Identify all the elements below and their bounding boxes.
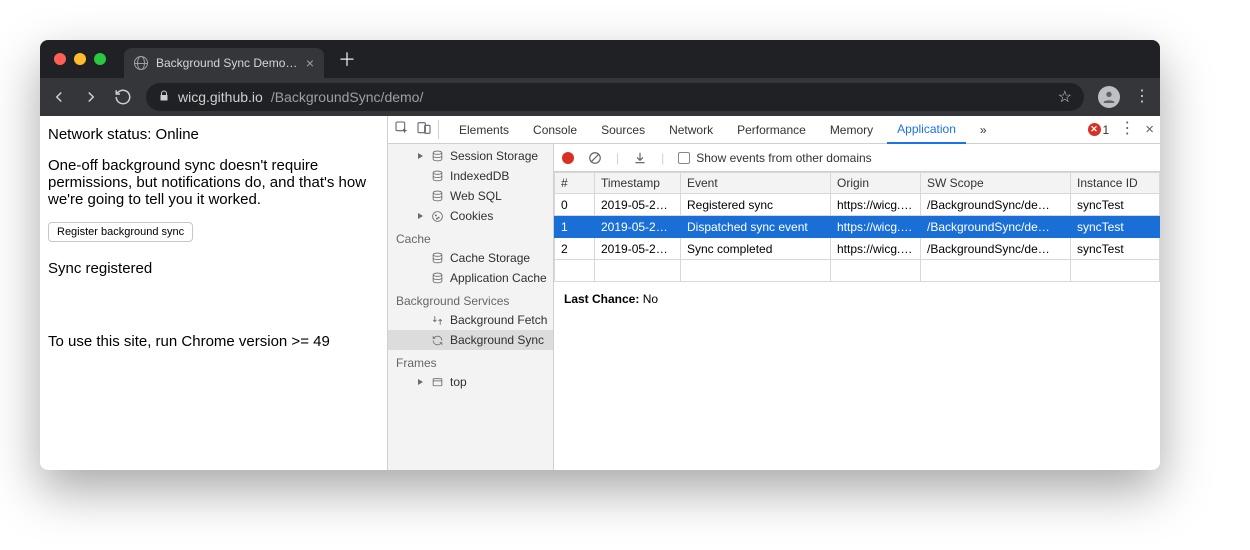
events-table: #TimestampEventOriginSW ScopeInstance ID… — [554, 172, 1160, 282]
column-timestamp[interactable]: Timestamp — [595, 173, 681, 194]
sidebar-item-indexeddb[interactable]: IndexedDB — [388, 166, 553, 186]
devtools-tab-console[interactable]: Console — [523, 116, 587, 144]
profile-avatar[interactable] — [1098, 86, 1120, 108]
download-icon[interactable] — [633, 151, 647, 165]
page-content: Network status: Online One-off backgroun… — [40, 116, 388, 470]
table-row[interactable]: 12019-05-2…Dispatched sync eventhttps://… — [555, 216, 1160, 238]
table-row[interactable]: 02019-05-2…Registered synchttps://wicg.…… — [555, 194, 1160, 216]
sidebar-item-top[interactable]: top — [388, 372, 553, 392]
close-tab-icon[interactable]: × — [306, 56, 314, 70]
record-button[interactable] — [562, 152, 574, 164]
error-count: 1 — [1103, 123, 1110, 137]
url-host: wicg.github.io — [178, 89, 263, 105]
browser-toolbar: wicg.github.io/BackgroundSync/demo/ ☆ ⋮ — [40, 78, 1160, 116]
minimize-window-button[interactable] — [74, 53, 86, 65]
address-bar[interactable]: wicg.github.io/BackgroundSync/demo/ ☆ — [146, 83, 1084, 111]
error-badge[interactable]: ✕ 1 — [1088, 123, 1110, 137]
event-detail: Last Chance: No — [554, 282, 1160, 316]
sidebar-section-background: Background Services — [388, 288, 553, 310]
register-sync-button[interactable]: Register background sync — [48, 222, 193, 242]
browser-tab[interactable]: Background Sync Demonstratio × — [124, 48, 324, 78]
new-tab-button[interactable]: ＋ — [338, 46, 356, 72]
browser-menu-button[interactable]: ⋮ — [1134, 94, 1150, 100]
sidebar-item-cache-storage[interactable]: Cache Storage — [388, 248, 553, 268]
inspect-element-icon[interactable] — [394, 120, 410, 139]
reload-button[interactable] — [114, 88, 132, 106]
devtools-tab-network[interactable]: Network — [659, 116, 723, 144]
column-instance-id[interactable]: Instance ID — [1071, 173, 1160, 194]
expand-icon — [418, 379, 425, 386]
tab-title: Background Sync Demonstratio — [156, 56, 298, 70]
close-window-button[interactable] — [54, 53, 66, 65]
browser-window: Background Sync Demonstratio × ＋ wicg.gi… — [40, 40, 1160, 470]
sidebar-item-web-sql[interactable]: Web SQL — [388, 186, 553, 206]
table-row[interactable]: 22019-05-2…Sync completedhttps://wicg.…/… — [555, 238, 1160, 260]
sidebar-section-frames: Frames — [388, 350, 553, 372]
sidebar-item-session-storage[interactable]: Session Storage — [388, 146, 553, 166]
devtools-tab-memory[interactable]: Memory — [820, 116, 883, 144]
back-button[interactable] — [50, 88, 68, 106]
device-toolbar-icon[interactable] — [416, 120, 432, 139]
forward-button[interactable] — [82, 88, 100, 106]
bookmark-star-icon[interactable]: ☆ — [1058, 87, 1072, 107]
clear-icon[interactable] — [588, 151, 602, 165]
network-status: Network status: Online — [48, 126, 379, 143]
column-sw-scope[interactable]: SW Scope — [921, 173, 1071, 194]
expand-icon — [418, 153, 425, 160]
column--[interactable]: # — [555, 173, 595, 194]
content-area: Network status: Online One-off backgroun… — [40, 116, 1160, 470]
titlebar: Background Sync Demonstratio × ＋ — [40, 40, 1160, 78]
error-icon: ✕ — [1088, 123, 1101, 136]
sidebar-item-background-fetch[interactable]: Background Fetch — [388, 310, 553, 330]
sidebar-section-cache: Cache — [388, 226, 553, 248]
detail-label: Last Chance: — [564, 292, 639, 306]
url-path: /BackgroundSync/demo/ — [271, 89, 424, 105]
sidebar-item-cookies[interactable]: Cookies — [388, 206, 553, 226]
page-blurb: One-off background sync doesn't require … — [48, 157, 379, 208]
checkbox-icon — [678, 152, 690, 164]
table-row — [555, 260, 1160, 282]
chrome-version-note: To use this site, run Chrome version >= … — [48, 333, 379, 350]
devtools-tab-performance[interactable]: Performance — [727, 116, 816, 144]
devtools-tab-application[interactable]: Application — [887, 116, 966, 144]
devtools-tab-sources[interactable]: Sources — [591, 116, 655, 144]
background-sync-panel: | | Show events from other domains #Time… — [554, 144, 1160, 470]
expand-icon — [418, 213, 425, 220]
show-other-domains-label: Show events from other domains — [696, 151, 871, 165]
detail-value: No — [643, 292, 658, 306]
panel-toolbar: | | Show events from other domains — [554, 144, 1160, 172]
window-controls — [54, 53, 106, 65]
show-other-domains-checkbox[interactable]: Show events from other domains — [678, 151, 871, 165]
sync-result: Sync registered — [48, 260, 379, 277]
application-sidebar: Session StorageIndexedDBWeb SQLCookies C… — [388, 144, 554, 470]
devtools-close-icon[interactable]: × — [1145, 121, 1154, 138]
sidebar-item-application-cache[interactable]: Application Cache — [388, 268, 553, 288]
devtools-more-tabs[interactable]: » — [970, 116, 997, 144]
lock-icon — [158, 89, 170, 106]
globe-icon — [134, 56, 148, 70]
devtools-tabstrip: ElementsConsoleSourcesNetworkPerformance… — [388, 116, 1160, 144]
maximize-window-button[interactable] — [94, 53, 106, 65]
devtools-tab-elements[interactable]: Elements — [449, 116, 519, 144]
column-origin[interactable]: Origin — [831, 173, 921, 194]
devtools: ElementsConsoleSourcesNetworkPerformance… — [388, 116, 1160, 470]
devtools-menu-button[interactable]: ⋮ — [1119, 126, 1135, 132]
sidebar-item-background-sync[interactable]: Background Sync — [388, 330, 553, 350]
column-event[interactable]: Event — [681, 173, 831, 194]
